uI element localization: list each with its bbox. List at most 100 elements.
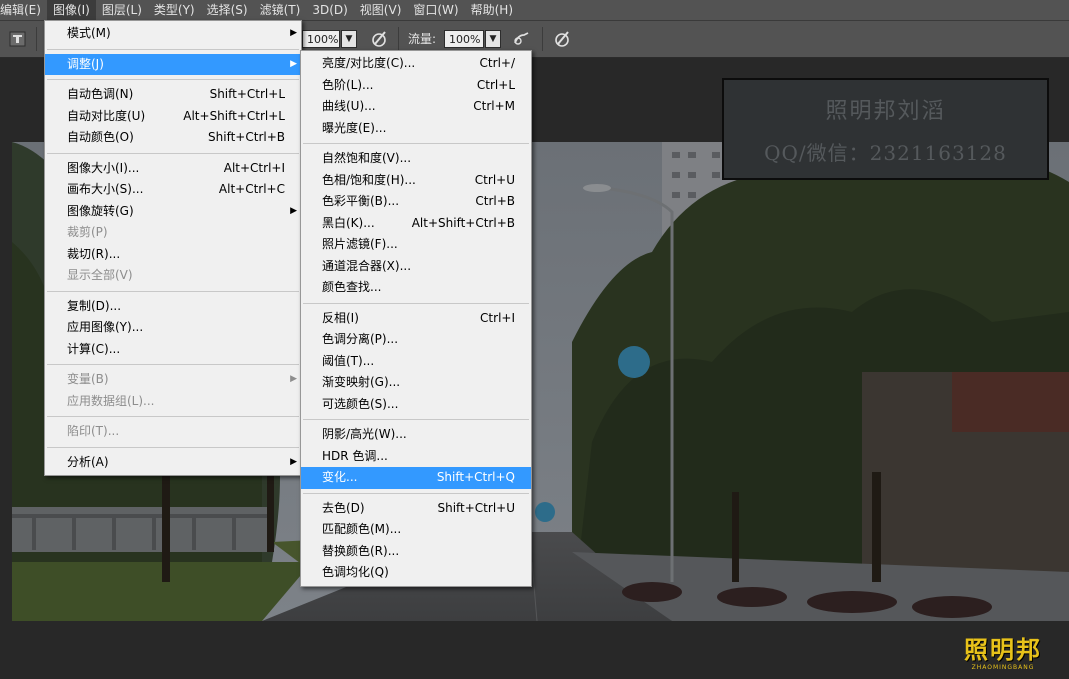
image-menu-item[interactable]: 模式(M) ▶ — [45, 23, 301, 45]
adjustments-menu-item[interactable]: 阴影/高光(W)... — [301, 424, 531, 446]
image-menu-item[interactable]: 自动对比度(U) Alt+Shift+Ctrl+L — [45, 106, 301, 128]
adjustments-menu-item-label: 替换颜色(R)... — [322, 543, 400, 558]
adjustments-menu-item[interactable]: 匹配颜色(M)... — [301, 519, 531, 541]
adjustments-menu-item[interactable]: 黑白(K)... Alt+Shift+Ctrl+B — [301, 213, 531, 235]
menu-view[interactable]: 视图(V) — [354, 0, 408, 20]
adjustments-menu-item-label: 照片滤镜(F)... — [322, 237, 398, 251]
adjustments-menu-item[interactable]: 色调分离(P)... — [301, 329, 531, 351]
flow-input[interactable]: 100% — [444, 30, 484, 48]
menu-image[interactable]: 图像(I) — [46, 0, 96, 20]
image-menu-item-label: 分析(A) — [67, 454, 109, 469]
flow-dropdown-button[interactable]: ▼ — [485, 30, 501, 48]
menu-layer[interactable]: 图层(L) — [96, 0, 148, 20]
airbrush-icon[interactable] — [512, 29, 532, 49]
menu-filter[interactable]: 滤镜(T) — [254, 0, 307, 20]
adjustments-menu-item[interactable]: 去色(D) Shift+Ctrl+U — [301, 498, 531, 520]
adjustments-menu-item[interactable]: 颜色查找... — [301, 277, 531, 299]
brand-logo-subtext: ZHAOMINGBANG — [971, 664, 1035, 671]
image-menu-item-label: 裁切(R)... — [67, 246, 121, 261]
adjustments-menu-item-label: 黑白(K)... — [322, 215, 375, 230]
adjustments-menu-item[interactable]: 可选颜色(S)... — [301, 394, 531, 416]
menu-3d[interactable]: 3D(D) — [306, 0, 353, 20]
adjustments-menu-item-label: 阈值(T)... — [322, 353, 375, 368]
image-menu-item-shortcut: Shift+Ctrl+B — [208, 130, 285, 144]
adjustments-menu-item[interactable]: 通道混合器(X)... — [301, 256, 531, 278]
adjustments-menu-item[interactable]: 渐变映射(G)... — [301, 372, 531, 394]
adjustments-menu-item-label: 色阶(L)... — [322, 77, 374, 92]
image-menu-item-label: 画布大小(S)... — [67, 182, 144, 196]
image-menu-item[interactable]: 自动色调(N) Shift+Ctrl+L — [45, 84, 301, 106]
menu-separator — [47, 79, 299, 80]
image-menu-item-label: 自动对比度(U) — [67, 108, 146, 123]
adjustments-menu-item[interactable]: 色相/饱和度(H)... Ctrl+U — [301, 170, 531, 192]
adjustments-menu-item[interactable]: 照片滤镜(F)... — [301, 234, 531, 256]
adjustments-menu-item[interactable]: 色调均化(Q) — [301, 562, 531, 584]
adjustments-menu-item[interactable]: 亮度/对比度(C)... Ctrl+/ — [301, 53, 531, 75]
adjustments-menu-item-shortcut: Ctrl+I — [480, 310, 515, 325]
adjustments-menu-item[interactable]: 曝光度(E)... — [301, 118, 531, 140]
brand-logo: 照明邦 ZHAOMINGBANG — [958, 636, 1048, 676]
adjustments-submenu: 亮度/对比度(C)... Ctrl+/ 色阶(L)... Ctrl+L 曲线(U)...… — [300, 50, 532, 587]
image-menu-item[interactable]: 图像旋转(G) ▶ — [45, 201, 301, 223]
image-menu-item[interactable]: 分析(A) ▶ — [45, 452, 301, 474]
image-menu-item: 变量(B) ▶ — [45, 369, 301, 391]
menubar: 编辑(E) 图像(I) 图层(L) 类型(Y) 选择(S) 滤镜(T) 3D(D… — [0, 0, 1069, 21]
adjustments-menu-item[interactable]: HDR 色调... — [301, 446, 531, 468]
adjustments-menu-item-label: 匹配颜色(M)... — [322, 522, 402, 536]
adjustments-menu-item-label: 亮度/对比度(C)... — [322, 56, 416, 70]
image-menu-item-label: 陷印(T)... — [67, 424, 120, 438]
adjustments-menu-item-shortcut: Ctrl+/ — [479, 56, 515, 70]
adjustments-menu-item-shortcut: Ctrl+M — [473, 99, 515, 113]
image-menu-item-label: 调整(J) — [67, 56, 104, 71]
pressure-size-icon[interactable] — [552, 29, 572, 49]
opacity-dropdown-button[interactable]: ▼ — [341, 30, 357, 48]
adjustments-menu-item-label: 色相/饱和度(H)... — [322, 172, 416, 187]
image-menu-item[interactable]: 自动颜色(O) Shift+Ctrl+B — [45, 127, 301, 149]
brush-preset-icon[interactable] — [8, 29, 28, 49]
menu-separator — [47, 416, 299, 417]
adjustments-menu-item[interactable]: 曲线(U)... Ctrl+M — [301, 96, 531, 118]
adjustments-menu-item[interactable]: 阈值(T)... — [301, 351, 531, 373]
image-menu-item[interactable]: 画布大小(S)... Alt+Ctrl+C — [45, 179, 301, 201]
watermark-contact: QQ/微信：2321163128 — [764, 141, 1007, 165]
menu-select[interactable]: 选择(S) — [201, 0, 254, 20]
image-menu-item-shortcut: Alt+Ctrl+I — [223, 160, 285, 175]
submenu-arrow-icon: ▶ — [290, 28, 297, 38]
menu-window[interactable]: 窗口(W) — [407, 0, 464, 20]
image-menu-item-label: 应用数据组(L)... — [67, 393, 155, 408]
adjustments-menu-item-label: 渐变映射(G)... — [322, 375, 401, 389]
adjustments-menu-item-label: 自然饱和度(V)... — [322, 151, 412, 165]
opacity-input[interactable]: 100% — [302, 30, 340, 48]
menu-separator — [47, 152, 299, 154]
image-menu-item[interactable]: 应用图像(Y)... — [45, 317, 301, 339]
image-menu-item[interactable]: 复制(D)... — [45, 296, 301, 318]
options-separator — [36, 27, 37, 51]
menu-type[interactable]: 类型(Y) — [148, 0, 201, 20]
adjustments-menu-item[interactable]: 色阶(L)... Ctrl+L — [301, 75, 531, 97]
image-menu-item[interactable]: 图像大小(I)... Alt+Ctrl+I — [45, 158, 301, 180]
menu-separator — [303, 419, 529, 420]
adjustments-menu-item[interactable]: 反相(I) Ctrl+I — [301, 308, 531, 330]
adjustments-menu-item[interactable]: 自然饱和度(V)... — [301, 148, 531, 170]
adjustments-menu-item-label: 反相(I) — [322, 310, 359, 325]
adjustments-menu-item[interactable]: 色彩平衡(B)... Ctrl+B — [301, 191, 531, 213]
adjustments-menu-item-label: 去色(D) — [322, 500, 365, 515]
adjustments-menu-item-shortcut: Shift+Ctrl+Q — [436, 470, 515, 484]
adjustments-menu-item-shortcut: Ctrl+B — [475, 194, 515, 208]
adjustments-menu-item-label: 变化... — [322, 470, 358, 484]
image-menu-item[interactable]: 调整(J) ▶ — [45, 53, 301, 75]
adjustments-menu-item[interactable]: 替换颜色(R)... — [301, 541, 531, 563]
menu-separator — [303, 143, 529, 144]
adjustments-menu-item-label: 曲线(U)... — [322, 99, 376, 113]
adjustments-menu-item[interactable]: 变化... Shift+Ctrl+Q — [301, 467, 531, 489]
watermark-name: 照明邦刘滔 — [825, 99, 946, 124]
submenu-arrow-icon: ▶ — [290, 58, 297, 69]
image-menu-item-label: 自动色调(N) — [67, 87, 134, 101]
image-menu-item[interactable]: 计算(C)... — [45, 339, 301, 361]
flow-label: 流量: — [408, 32, 437, 46]
adjustments-menu-item-shortcut: Ctrl+L — [476, 77, 515, 92]
menu-edit[interactable]: 编辑(E) — [0, 0, 47, 20]
image-menu-item[interactable]: 裁切(R)... — [45, 244, 301, 266]
pressure-opacity-icon[interactable] — [369, 29, 389, 49]
menu-help[interactable]: 帮助(H) — [465, 0, 519, 20]
